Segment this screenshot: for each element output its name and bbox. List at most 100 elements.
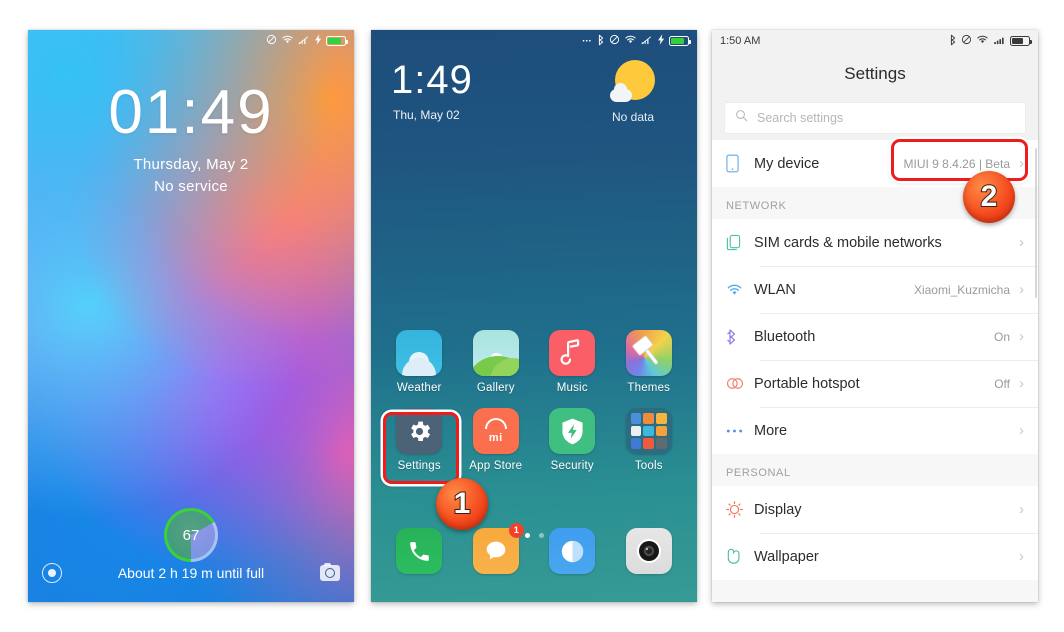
dock: phone 1 messaging browser: [381, 523, 688, 580]
phone-lockscreen: 01:49 Thursday, May 2 No service 67 Abou…: [28, 30, 354, 602]
app-label: Music: [556, 382, 588, 394]
battery-icon: [669, 36, 691, 46]
wifi-icon: [624, 34, 637, 48]
chevron-right-icon: ›: [1019, 155, 1024, 172]
row-value: Off: [994, 376, 1010, 391]
search-input[interactable]: Search settings: [724, 102, 1026, 134]
tools-folder-icon: [625, 408, 672, 454]
mi-brand-label: mi: [488, 432, 503, 444]
dock-camera[interactable]: camera: [611, 528, 688, 580]
signal-icon: [298, 35, 311, 48]
battery-status-text: About 2 h 19 m until full: [117, 565, 265, 581]
camera-icon: [625, 528, 672, 574]
settings-app-icon: [396, 408, 443, 454]
row-wallpaper[interactable]: Wallpaper ›: [712, 533, 1038, 580]
themes-app-icon: [625, 330, 672, 376]
row-wlan[interactable]: WLAN Xiaomi_Kuzmicha ›: [712, 266, 1038, 313]
unlock-icon[interactable]: [42, 563, 62, 583]
weather-widget[interactable]: No data: [587, 60, 679, 124]
chevron-right-icon: ›: [1019, 234, 1024, 251]
chevron-right-icon: ›: [1019, 501, 1024, 518]
callout-step-1-label: 1: [453, 487, 472, 520]
security-app-icon: [549, 408, 596, 454]
app-tools-folder[interactable]: Tools: [611, 408, 688, 472]
messaging-badge: 1: [508, 523, 524, 538]
scrollbar[interactable]: [1034, 148, 1037, 298]
signal-icon: [993, 35, 1006, 48]
app-music[interactable]: Music: [534, 330, 611, 394]
phone-device-icon: [726, 154, 754, 173]
row-label: Wallpaper: [754, 548, 819, 565]
app-app-store[interactable]: mi App Store: [458, 408, 535, 472]
row-label: Bluetooth: [754, 328, 816, 345]
app-settings[interactable]: Settings: [381, 408, 458, 472]
app-grid: Weather Gallery Music Themes Settings mi…: [381, 330, 687, 472]
browser-icon: [549, 528, 596, 574]
music-app-icon: [549, 330, 596, 376]
lockscreen-footer: About 2 h 19 m until full: [28, 560, 354, 586]
chevron-right-icon: ›: [1019, 328, 1024, 345]
app-weather[interactable]: Weather: [381, 330, 458, 394]
more-dots-icon: [726, 428, 754, 434]
wifi-icon: [726, 283, 754, 297]
battery-icon: [326, 36, 348, 46]
group-network: SIM cards & mobile networks › WLAN Xiaom…: [712, 219, 1038, 454]
battery-percent-value: 67: [182, 526, 200, 544]
row-label: Portable hotspot: [754, 375, 860, 392]
phone-homescreen: 1:49 Thu, May 02 No data Weather Gallery: [371, 30, 697, 602]
page-title: Settings: [712, 52, 1038, 96]
lockscreen-service-status: No service: [154, 178, 228, 195]
more-dots-icon: [582, 36, 593, 46]
callout-step-2: 2: [963, 171, 1015, 223]
gallery-app-icon: [472, 330, 519, 376]
weather-app-icon: [396, 330, 443, 376]
screenshot-stage: 01:49 Thursday, May 2 No service 67 Abou…: [0, 0, 1064, 632]
dock-messaging[interactable]: 1 messaging: [458, 523, 535, 580]
row-label: My device: [754, 155, 820, 172]
group-personal: Display › Wallpaper ›: [712, 486, 1038, 580]
app-label: Weather: [396, 382, 442, 394]
row-more[interactable]: More ›: [712, 407, 1038, 454]
settings-statusbar: 1:50 AM: [712, 30, 1038, 52]
homescreen-date: Thu, May 02: [393, 108, 460, 122]
homescreen-clock: 1:49: [391, 58, 473, 102]
row-label: WLAN: [754, 281, 796, 298]
app-label: Themes: [627, 382, 671, 394]
sim-card-icon: [726, 234, 754, 251]
row-value: MIUI 9 8.4.26 | Beta: [903, 156, 1010, 171]
camera-icon[interactable]: [320, 562, 340, 581]
chevron-right-icon: ›: [1019, 422, 1024, 439]
row-sim-cards[interactable]: SIM cards & mobile networks ›: [712, 219, 1038, 266]
dock-phone[interactable]: phone: [381, 528, 458, 580]
app-store-icon: mi: [472, 408, 519, 454]
callout-step-1: 1: [436, 478, 488, 530]
wifi-icon: [281, 34, 294, 48]
app-gallery[interactable]: Gallery: [458, 330, 535, 394]
phone-settings-app: 1:50 AM Settings Search settings My devi…: [712, 30, 1038, 602]
app-label: App Store: [469, 460, 523, 472]
homescreen-statusbar: [371, 30, 697, 52]
charging-bolt-icon: [315, 34, 322, 48]
mute-icon: [266, 34, 277, 48]
bluetooth-icon: [949, 34, 957, 49]
section-header-personal: PERSONAL: [712, 454, 1038, 486]
signal-icon: [641, 35, 654, 48]
app-label: Security: [550, 460, 594, 472]
dock-browser[interactable]: browser: [534, 528, 611, 580]
app-themes[interactable]: Themes: [611, 330, 688, 394]
search-icon: [735, 109, 748, 127]
wallpaper-icon: [726, 548, 754, 565]
chevron-right-icon: ›: [1019, 281, 1024, 298]
hotspot-icon: [726, 377, 754, 390]
bluetooth-icon: [726, 328, 754, 346]
row-portable-hotspot[interactable]: Portable hotspot Off ›: [712, 360, 1038, 407]
row-label: More: [754, 422, 788, 439]
app-security[interactable]: Security: [534, 408, 611, 472]
mute-icon: [609, 34, 620, 48]
battery-icon: [1010, 36, 1032, 46]
row-display[interactable]: Display ›: [712, 486, 1038, 533]
row-bluetooth[interactable]: Bluetooth On ›: [712, 313, 1038, 360]
search-placeholder: Search settings: [757, 111, 844, 125]
charging-bolt-icon: [658, 34, 665, 48]
app-label: Settings: [397, 460, 441, 472]
